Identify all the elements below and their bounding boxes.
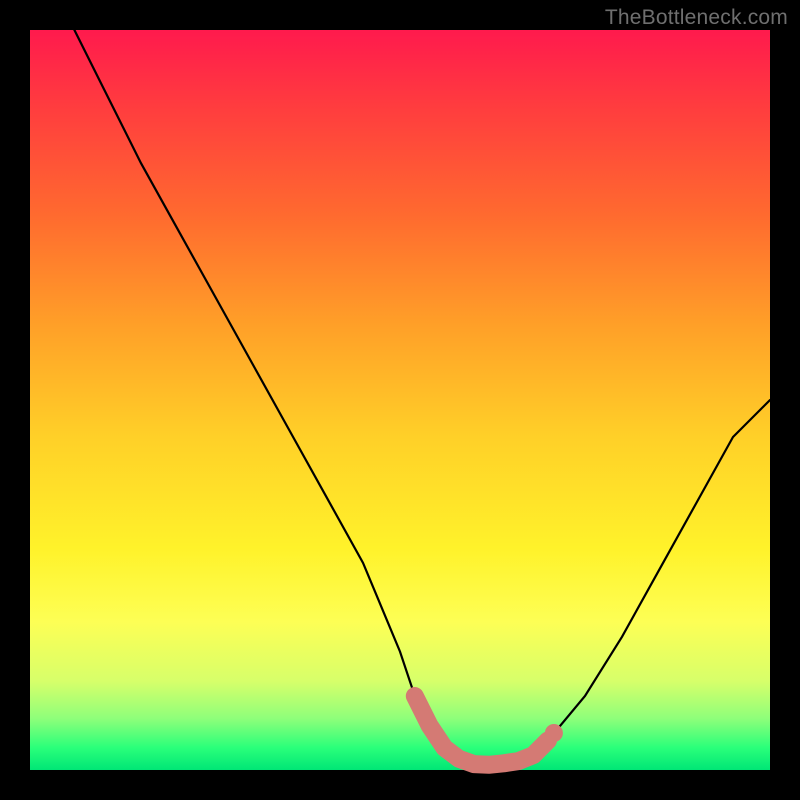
- watermark-text: TheBottleneck.com: [605, 6, 788, 30]
- chart-frame: TheBottleneck.com: [0, 0, 800, 800]
- curve-layer: [30, 30, 770, 770]
- highlight-band: [415, 696, 548, 765]
- bottleneck-curve: [74, 30, 770, 770]
- highlight-dot: [545, 724, 563, 742]
- plot-area: [30, 30, 770, 770]
